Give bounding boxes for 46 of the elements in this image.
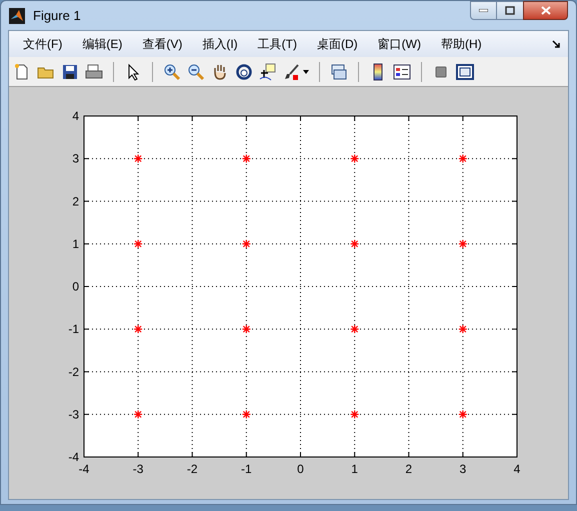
- y-tick-label: -2: [68, 364, 79, 379]
- legend-icon[interactable]: [393, 62, 411, 80]
- restore-icon: [505, 6, 515, 15]
- y-tick-label: 2: [72, 194, 79, 208]
- minimize-icon: [479, 9, 488, 12]
- window-title: Figure 1: [33, 6, 81, 25]
- caret-icon[interactable]: [303, 70, 309, 74]
- menu-item[interactable]: 插入(I): [196, 35, 244, 53]
- data-cursor-icon[interactable]: [259, 62, 277, 80]
- close-icon: [540, 6, 550, 15]
- y-tick-label: -4: [68, 450, 79, 464]
- x-tick-label: -1: [241, 462, 252, 476]
- x-tick-label: -3: [132, 462, 144, 476]
- maximize-button[interactable]: [497, 1, 523, 20]
- menu-item[interactable]: 帮助(H): [434, 35, 488, 53]
- y-tick-label: -3: [68, 407, 79, 422]
- menu-item[interactable]: 桌面(D): [310, 35, 364, 53]
- x-tick-label: -2: [186, 462, 198, 476]
- frame-icon[interactable]: [456, 62, 474, 80]
- app-logo-icon: [9, 8, 25, 24]
- linked-plot-icon[interactable]: [330, 62, 348, 80]
- zoom-in-icon[interactable]: [163, 62, 181, 80]
- rotate-icon[interactable]: [235, 62, 253, 80]
- x-tick-label: 1: [351, 462, 358, 476]
- y-tick-label: 0: [72, 280, 79, 294]
- y-tick-label: -1: [68, 322, 79, 336]
- y-tick-label: 4: [72, 109, 79, 123]
- menu-item[interactable]: 工具(T): [252, 35, 303, 53]
- x-tick-label: 0: [297, 462, 304, 476]
- brush-icon[interactable]: [283, 62, 301, 80]
- menu-item[interactable]: 窗口(W): [372, 35, 427, 53]
- zoom-out-icon[interactable]: [187, 62, 205, 80]
- menu-item[interactable]: 查看(V): [136, 35, 188, 53]
- menu-item[interactable]: 文件(F): [17, 35, 68, 53]
- y-tick-label: 1: [72, 236, 79, 251]
- dock-arrow-icon[interactable]: [552, 40, 560, 48]
- x-tick-label: -4: [78, 462, 90, 476]
- x-tick-label: 4: [514, 462, 520, 476]
- save-icon[interactable]: [61, 62, 79, 80]
- menu-item[interactable]: 编辑(E): [76, 35, 128, 53]
- close-button[interactable]: [523, 1, 568, 20]
- y-tick-label: 3: [72, 152, 79, 166]
- printer-icon[interactable]: [85, 62, 103, 80]
- x-tick-label: 3: [460, 462, 466, 476]
- x-tick-label: 2: [405, 462, 412, 476]
- minimize-button[interactable]: [470, 1, 497, 20]
